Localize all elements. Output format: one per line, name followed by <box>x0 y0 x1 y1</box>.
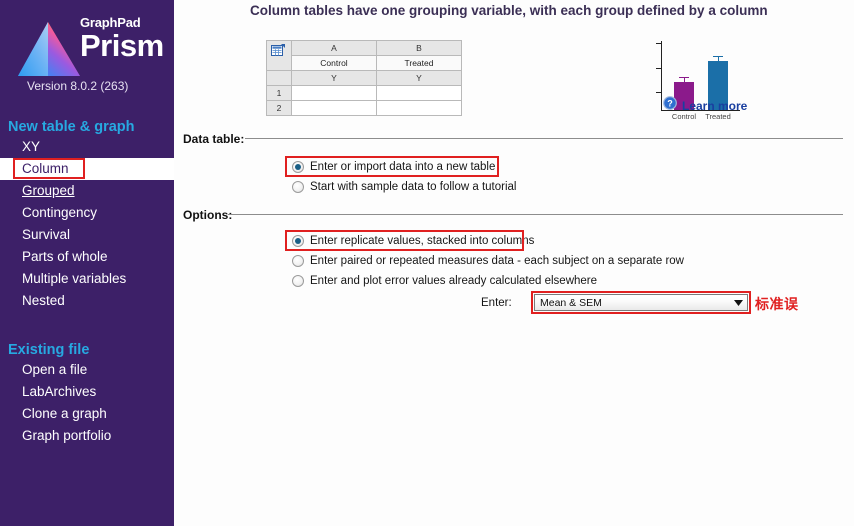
radio-label: Enter paired or repeated measures data -… <box>310 255 684 267</box>
radio-label: Enter replicate values, stacked into col… <box>310 235 535 247</box>
radio-label: Start with sample data to follow a tutor… <box>310 181 517 193</box>
sidebar-item-multiple-variables[interactable]: Multiple variables <box>0 268 174 290</box>
chart-y-tick <box>656 43 661 44</box>
sidebar-item-label: Parts of whole <box>22 249 108 264</box>
sidebar-item-label: Grouped <box>22 183 75 198</box>
sidebar-item-label: Open a file <box>22 362 88 377</box>
radio-indicator[interactable] <box>292 235 304 247</box>
help-question-icon: ? <box>663 96 677 115</box>
sidebar-item-label: Survival <box>22 227 71 242</box>
chinese-annotation: 标准误 <box>755 297 799 313</box>
table-cell[interactable] <box>291 100 377 116</box>
table-col-header-a: A <box>291 40 377 56</box>
sidebar-item-xy[interactable]: XY <box>0 136 174 158</box>
enter-type-value: Mean & SEM <box>540 296 602 309</box>
chart-errorcap-control <box>679 77 689 78</box>
sidebar-item-grouped[interactable]: Grouped <box>0 180 174 202</box>
table-corner-blank <box>266 70 292 86</box>
table-cell[interactable] <box>376 100 462 116</box>
options-section-rule <box>228 214 843 215</box>
table-row-number: 2 <box>266 100 292 116</box>
table-group-title-control[interactable]: Control <box>291 55 377 71</box>
brand-wordmark: GraphPad Prism <box>80 16 174 63</box>
sidebar-item-column[interactable]: Column <box>0 158 174 180</box>
table-row-header: A B <box>266 40 462 71</box>
sidebar-item-open-a-file[interactable]: Open a file <box>0 359 174 381</box>
table-cell[interactable] <box>291 85 377 101</box>
prism-triangle-icon <box>14 18 86 80</box>
svg-text:?: ? <box>667 98 673 108</box>
chart-errorcap-treated <box>713 56 723 57</box>
table-col-header-b: B <box>376 40 462 56</box>
sidebar-item-nested[interactable]: Nested <box>0 290 174 312</box>
sidebar-item-label: Graph portfolio <box>22 428 112 443</box>
table-row-subheaders: Y Y <box>266 70 462 86</box>
brand-prism-label: Prism <box>80 28 164 63</box>
radio-indicator[interactable] <box>292 161 304 173</box>
sidebar-item-label: LabArchives <box>22 384 97 399</box>
sidebar-item-graph-portfolio[interactable]: Graph portfolio <box>0 425 174 447</box>
enter-type-dropdown[interactable]: Mean & SEM <box>534 294 748 311</box>
sidebar-item-contingency[interactable]: Contingency <box>0 202 174 224</box>
radio-start-with-sample-data[interactable]: Start with sample data to follow a tutor… <box>292 181 516 193</box>
radio-label: Enter or import data into a new table <box>310 161 496 173</box>
sidebar-item-parts-of-whole[interactable]: Parts of whole <box>0 246 174 268</box>
sidebar-item-label: Contingency <box>22 205 98 220</box>
data-table-section-rule <box>245 138 843 139</box>
table-row: 1 <box>266 85 462 101</box>
sidebar-item-label: Nested <box>22 293 65 308</box>
sidebar-item-labarchives[interactable]: LabArchives <box>0 381 174 403</box>
enter-field-label: Enter: <box>481 297 512 309</box>
sidebar: GraphPad Prism Version 8.0.2 (263) New t… <box>0 0 174 526</box>
sidebar-section-header-existing: Existing file <box>8 342 90 358</box>
sidebar-item-label: Clone a graph <box>22 406 107 421</box>
table-row-number: 1 <box>266 85 292 101</box>
chart-y-tick <box>656 92 661 93</box>
radio-enter-error-values[interactable]: Enter and plot error values already calc… <box>292 275 597 287</box>
chevron-down-icon[interactable] <box>730 295 747 310</box>
learn-more-link[interactable]: ? Learn more <box>663 96 747 115</box>
radio-indicator[interactable] <box>292 181 304 193</box>
main-panel: Column tables have one grouping variable… <box>174 0 854 526</box>
sidebar-item-label: Multiple variables <box>22 271 127 286</box>
table-row-group-titles: Control Treated <box>267 55 462 71</box>
prism-welcome-window: GraphPad Prism Version 8.0.2 (263) New t… <box>0 0 854 526</box>
data-table-preview: A B Control Treated Y Y 1 2 <box>266 40 462 116</box>
sidebar-item-label: XY <box>22 139 41 154</box>
chart-y-axis <box>661 41 662 111</box>
sidebar-section-header-new: New table & graph <box>8 119 135 135</box>
brand-block: GraphPad Prism Version 8.0.2 (263) <box>0 0 174 105</box>
radio-indicator[interactable] <box>292 255 304 267</box>
table-group-title-treated[interactable]: Treated <box>376 55 462 71</box>
radio-enter-paired-data[interactable]: Enter paired or repeated measures data -… <box>292 255 684 267</box>
sidebar-item-label: Column <box>22 161 69 176</box>
radio-label: Enter and plot error values already calc… <box>310 275 598 287</box>
sidebar-item-survival[interactable]: Survival <box>0 224 174 246</box>
table-subheader-y-b: Y <box>376 70 462 86</box>
table-cell[interactable] <box>376 85 462 101</box>
sidebar-item-clone-a-graph[interactable]: Clone a graph <box>0 403 174 425</box>
radio-indicator[interactable] <box>292 275 304 287</box>
radio-enter-replicate-values[interactable]: Enter replicate values, stacked into col… <box>292 235 534 247</box>
chart-y-tick <box>656 68 661 69</box>
data-table-section-label: Data table: <box>183 132 245 146</box>
table-row: 2 <box>266 100 462 116</box>
page-title: Column tables have one grouping variable… <box>250 3 768 18</box>
options-section-label: Options: <box>183 208 233 222</box>
learn-more-label: Learn more <box>682 98 748 113</box>
brand-version-label: Version 8.0.2 (263) <box>27 79 129 93</box>
radio-enter-or-import[interactable]: Enter or import data into a new table <box>292 161 495 173</box>
table-sheet-icon <box>266 40 292 71</box>
table-subheader-y-a: Y <box>291 70 377 86</box>
